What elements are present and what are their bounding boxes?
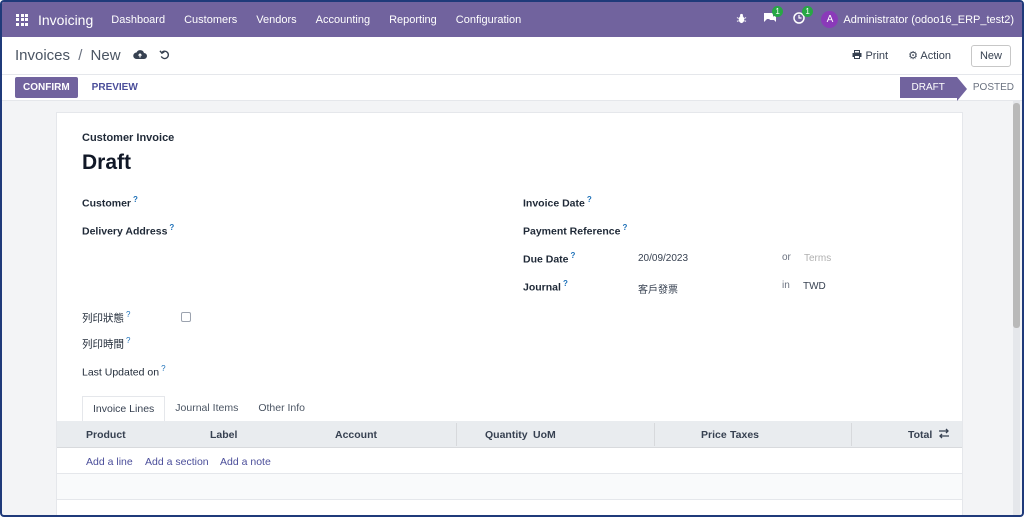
column-taxes[interactable]: Taxes bbox=[730, 429, 759, 441]
due-date-label: Due Date? bbox=[523, 251, 575, 266]
menu-dashboard[interactable]: Dashboard bbox=[111, 14, 165, 26]
printer-icon bbox=[852, 49, 865, 62]
breadcrumb-current: New bbox=[90, 47, 121, 64]
discard-undo-icon[interactable] bbox=[158, 49, 170, 63]
control-panel: Invoices / New Print ⚙ Action New bbox=[2, 37, 1022, 75]
print-status-checkbox[interactable] bbox=[181, 312, 191, 322]
new-button[interactable]: New bbox=[970, 44, 1011, 67]
in-label: in bbox=[782, 280, 790, 291]
help-icon[interactable]: ? bbox=[161, 364, 165, 373]
menu-customers[interactable]: Customers bbox=[184, 14, 237, 26]
invoice-lines-header: Product Label Account Quantity UoM Price… bbox=[57, 421, 962, 448]
add-note-link[interactable]: Add a note bbox=[220, 456, 271, 468]
stage-posted[interactable]: POSTED bbox=[973, 82, 1014, 93]
help-icon[interactable]: ? bbox=[563, 279, 568, 288]
action-button[interactable]: ⚙ Action bbox=[908, 49, 951, 62]
delivery-address-label-text: Delivery Address bbox=[82, 225, 168, 238]
move-type-label: Customer Invoice bbox=[82, 132, 175, 144]
optional-columns-toggle-icon[interactable] bbox=[938, 428, 950, 442]
status-stages: DRAFT POSTED bbox=[899, 77, 1014, 101]
apps-grid-icon[interactable] bbox=[16, 13, 28, 26]
gear-icon: ⚙ bbox=[908, 50, 918, 62]
journal-label-text: Journal bbox=[523, 281, 561, 294]
invoice-date-label-text: Invoice Date bbox=[523, 197, 585, 210]
invoice-form-sheet: Customer Invoice Draft Customer? Deliver… bbox=[56, 112, 963, 515]
user-menu[interactable]: Administrator (odoo16_ERP_test2) bbox=[843, 14, 1014, 26]
messages-chat-icon[interactable]: 1 bbox=[763, 6, 783, 27]
add-line-row: Add a line Add a section Add a note bbox=[57, 448, 962, 474]
column-account[interactable]: Account bbox=[335, 429, 377, 441]
payment-reference-label-text: Payment Reference bbox=[523, 225, 621, 238]
help-icon[interactable]: ? bbox=[587, 195, 592, 204]
column-label[interactable]: Label bbox=[210, 429, 237, 441]
delivery-address-label: Delivery Address? bbox=[82, 223, 174, 238]
help-icon[interactable]: ? bbox=[126, 310, 130, 319]
invoice-date-label: Invoice Date? bbox=[523, 195, 592, 210]
column-quantity[interactable]: Quantity bbox=[485, 429, 528, 441]
journal-label: Journal? bbox=[523, 279, 568, 294]
tab-invoice-lines[interactable]: Invoice Lines bbox=[82, 396, 166, 422]
notebook-tabs: Invoice Lines Journal Items Other Info bbox=[82, 396, 315, 422]
currency-field[interactable]: TWD bbox=[803, 281, 826, 292]
due-date-label-text: Due Date bbox=[523, 253, 569, 266]
column-divider bbox=[456, 423, 457, 446]
status-bar: CONFIRM PREVIEW DRAFT POSTED bbox=[2, 75, 1022, 101]
menu-configuration[interactable]: Configuration bbox=[456, 14, 521, 26]
action-label: Action bbox=[920, 50, 951, 62]
print-status-label-text: 列印狀態 bbox=[82, 312, 124, 325]
print-label: Print bbox=[865, 49, 889, 62]
tab-journal-items[interactable]: Journal Items bbox=[165, 396, 248, 422]
column-divider bbox=[654, 423, 655, 446]
top-navbar: Invoicing Dashboard Customers Vendors Ac… bbox=[2, 2, 1022, 37]
column-product[interactable]: Product bbox=[86, 429, 126, 441]
app-window: Invoicing Dashboard Customers Vendors Ac… bbox=[0, 0, 1024, 517]
menu-reporting[interactable]: Reporting bbox=[389, 14, 437, 26]
last-updated-label-text: Last Updated on bbox=[82, 366, 160, 379]
help-icon[interactable]: ? bbox=[126, 336, 130, 345]
help-icon[interactable]: ? bbox=[622, 223, 627, 232]
preview-button[interactable]: PREVIEW bbox=[92, 82, 138, 93]
confirm-button[interactable]: CONFIRM bbox=[15, 77, 78, 98]
print-button[interactable]: Print bbox=[852, 49, 889, 62]
last-updated-label: Last Updated on? bbox=[82, 364, 166, 379]
breadcrumb-invoices[interactable]: Invoices bbox=[15, 47, 70, 64]
column-divider bbox=[851, 423, 852, 446]
activities-count-badge: 1 bbox=[802, 6, 813, 17]
help-icon[interactable]: ? bbox=[571, 251, 576, 260]
column-uom[interactable]: UoM bbox=[533, 429, 556, 441]
user-avatar[interactable]: A bbox=[821, 11, 839, 28]
save-cloud-icon[interactable] bbox=[132, 49, 147, 63]
tab-other-info[interactable]: Other Info bbox=[248, 396, 315, 422]
debug-bug-icon[interactable] bbox=[736, 13, 747, 27]
due-date-field[interactable]: 20/09/2023 bbox=[638, 253, 688, 264]
empty-table-row bbox=[57, 474, 962, 500]
help-icon[interactable]: ? bbox=[133, 195, 138, 204]
column-total[interactable]: Total bbox=[908, 429, 932, 441]
add-line-link[interactable]: Add a line bbox=[86, 456, 133, 468]
help-icon[interactable]: ? bbox=[169, 223, 174, 232]
add-section-link[interactable]: Add a section bbox=[145, 456, 209, 468]
column-price[interactable]: Price bbox=[701, 429, 727, 441]
menu-accounting[interactable]: Accounting bbox=[316, 14, 370, 26]
payment-terms-field[interactable]: Terms bbox=[804, 253, 831, 264]
print-time-label: 列印時間? bbox=[82, 336, 130, 352]
breadcrumb: Invoices / New bbox=[15, 47, 121, 64]
breadcrumb-separator: / bbox=[78, 47, 83, 64]
vertical-scrollbar[interactable] bbox=[1013, 101, 1020, 515]
invoice-title: Draft bbox=[82, 151, 132, 174]
customer-label-text: Customer bbox=[82, 197, 132, 210]
messages-count-badge: 1 bbox=[772, 6, 783, 17]
payment-reference-label: Payment Reference? bbox=[523, 223, 627, 238]
menu-vendors[interactable]: Vendors bbox=[256, 14, 296, 26]
or-label: or bbox=[782, 252, 791, 263]
print-status-label: 列印狀態? bbox=[82, 310, 130, 326]
app-brand[interactable]: Invoicing bbox=[38, 12, 93, 28]
customer-label: Customer? bbox=[82, 195, 138, 210]
stage-draft[interactable]: DRAFT bbox=[899, 77, 968, 101]
scrollbar-thumb[interactable] bbox=[1013, 103, 1020, 328]
journal-field[interactable]: 客戶發票 bbox=[638, 281, 678, 296]
activities-clock-icon[interactable]: 1 bbox=[793, 6, 813, 27]
print-time-label-text: 列印時間 bbox=[82, 338, 124, 351]
